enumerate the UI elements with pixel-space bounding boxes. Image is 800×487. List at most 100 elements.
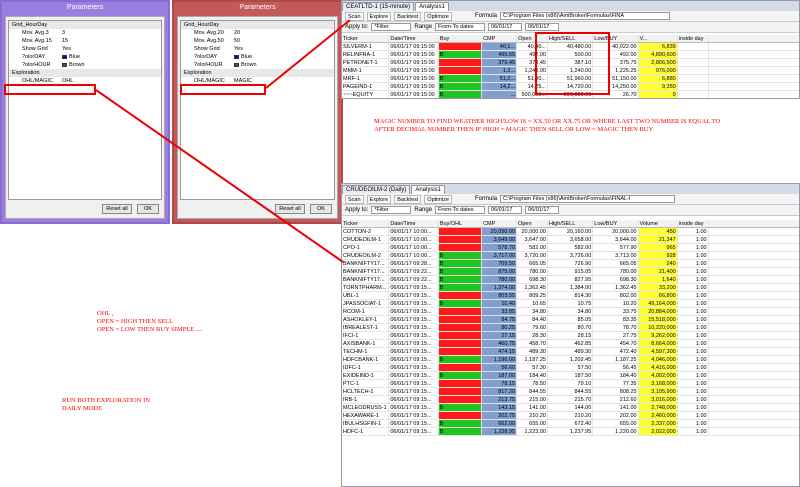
parameter-value[interactable]: Yes xyxy=(62,45,161,53)
parameter-row[interactable]: ?olorDAY Blue xyxy=(9,53,161,61)
column-header[interactable]: V... xyxy=(639,35,678,42)
formula-path-input[interactable]: C:\Program Files (x86)\AmiBroker\Formula… xyxy=(500,12,671,20)
table-row[interactable]: HDFC-1 06/01/17 09:15... B 1,228.95 1,223.00… xyxy=(342,428,799,436)
table-row[interactable]: UBL-1 06/01/17 09:15... 803.55 809.25 814.30… xyxy=(342,292,799,300)
table-row[interactable]: ASHOKLEY-1 06/01/17 09:15... 84.75 84.40 85.… xyxy=(342,316,799,324)
scan-button[interactable]: Scan xyxy=(345,11,364,21)
parameter-value[interactable]: 50 xyxy=(234,37,334,45)
cell-inside: 1.00 xyxy=(678,276,709,283)
table-row[interactable]: COTTON-2 06/01/17 10:00... 20,050.00 20,000… xyxy=(342,228,799,236)
parameter-value[interactable]: 15 xyxy=(62,37,161,45)
table-row[interactable]: BANKNIFTY17... 06/01/17 09:22... B 780.00 69… xyxy=(342,276,799,284)
table-row[interactable]: IBULHSGFIN-1 06/01/17 09:15... B 662.00 655.… xyxy=(342,420,799,428)
parameter-row[interactable]: Mov. Avg.3 3 xyxy=(9,29,161,37)
cell-inside: 1.00 xyxy=(678,252,709,259)
parameter-group[interactable]: Exploration xyxy=(181,69,334,77)
ok-button[interactable]: OK xyxy=(137,204,159,214)
table-row[interactable]: HEXAWARE-1 06/01/17 09:15... 202.75 210.20 2… xyxy=(342,412,799,420)
column-header[interactable]: Low/BUY xyxy=(593,220,639,227)
parameter-value[interactable] xyxy=(47,21,161,29)
table-row[interactable]: TECHM-1 06/01/17 09:15... 474.15 489.30 489.… xyxy=(342,348,799,356)
table-row[interactable]: IBREALEST-1 06/01/17 09:15... 80.25 79.60 80… xyxy=(342,324,799,332)
table-row[interactable]: IDFC-1 06/01/17 09:15... 56.60 57.30 57.50 56… xyxy=(342,364,799,372)
column-header[interactable]: Date/Time xyxy=(389,220,439,227)
explore-button[interactable]: Explore xyxy=(366,11,392,21)
parameter-value[interactable] xyxy=(219,21,334,29)
tab-chart[interactable]: CRUDEOILM-2 (Daily) xyxy=(342,185,411,194)
column-header[interactable]: CMP xyxy=(482,35,518,42)
optimize-button[interactable]: Optimize xyxy=(424,11,452,21)
column-header[interactable]: Date/Time xyxy=(389,35,439,42)
table-row[interactable]: AXISBANK-1 06/01/17 09:15... 460.75 458.70 4… xyxy=(342,340,799,348)
to-date-input[interactable]: 06/01/17 xyxy=(525,206,560,214)
table-row[interactable]: JPASSOCIAT-1 06/01/17 09:15... B 10.40 10.65… xyxy=(342,300,799,308)
to-date-input[interactable]: 06/01/17 xyxy=(525,23,560,31)
parameter-row[interactable]: Show Grid Yes xyxy=(9,45,161,53)
parameter-row[interactable]: ?olorHOUR Brown xyxy=(181,61,334,69)
column-header[interactable]: CMP xyxy=(482,220,518,227)
column-header[interactable]: inside day xyxy=(678,220,709,227)
column-header[interactable]: Ticker xyxy=(342,35,390,42)
apply-to-select[interactable]: *Filter xyxy=(371,23,412,31)
parameter-value[interactable] xyxy=(212,69,334,77)
range-select[interactable]: From-To dates xyxy=(435,23,486,31)
range-select[interactable]: From-To dates xyxy=(435,206,486,214)
parameter-group[interactable]: Grid_HourDay xyxy=(9,21,161,29)
backtest-button[interactable]: Backtest xyxy=(394,194,422,204)
from-date-input[interactable]: 06/01/17 xyxy=(488,206,523,214)
table-row[interactable]: TORNTPHARM... 06/01/17 09:15... B 1,374.00 1… xyxy=(342,284,799,292)
from-date-input[interactable]: 06/01/17 xyxy=(488,23,523,31)
table-row[interactable]: CPO-1 06/01/17 10:00... 578.70 582.00 582.00… xyxy=(342,244,799,252)
parameter-row[interactable]: ?olorDAY Blue xyxy=(181,53,334,61)
parameter-value[interactable]: Brown xyxy=(62,61,161,69)
parameter-group[interactable]: Grid_HourDay xyxy=(181,21,334,29)
optimize-button[interactable]: Optimize xyxy=(424,194,452,204)
table-row[interactable]: PTC-1 06/01/17 09:15... 78.15 78.50 79.10 77.… xyxy=(342,380,799,388)
parameter-value[interactable]: Brown xyxy=(234,61,334,69)
parameter-row[interactable]: Mov. Avg.20 20 xyxy=(181,29,334,37)
tab-analysis[interactable]: Analysis1 xyxy=(411,185,446,194)
tab-chart[interactable]: CEATLTD-1 (15-minute) xyxy=(342,2,415,11)
apply-to-select[interactable]: *Filter xyxy=(371,206,412,214)
table-row[interactable]: HDFCBANK-1 06/01/17 09:15... B 1,196.00 1,18… xyxy=(342,356,799,364)
parameter-value[interactable]: 20 xyxy=(234,29,334,37)
table-row[interactable]: IFCI-1 06/01/17 09:15... 27.15 28.30 28.15 27… xyxy=(342,332,799,340)
parameter-row[interactable]: ?olorHOUR Brown xyxy=(9,61,161,69)
parameter-row[interactable]: Show Grid Yes xyxy=(181,45,334,53)
reset-all-button[interactable]: Reset all xyxy=(102,204,132,214)
column-header[interactable]: inside day xyxy=(678,35,709,42)
parameter-value[interactable]: 3 xyxy=(62,29,161,37)
backtest-button[interactable]: Backtest xyxy=(394,11,422,21)
table-row[interactable]: EXIDEIND-1 06/01/17 09:15... B 187.00 184.40… xyxy=(342,372,799,380)
parameter-value[interactable] xyxy=(40,69,161,77)
column-header[interactable]: Buy/OHL xyxy=(439,220,483,227)
parameter-value[interactable]: Blue xyxy=(234,53,334,61)
table-row[interactable]: RCOM-1 06/01/17 09:15... 33.85 34.80 34.80 33… xyxy=(342,308,799,316)
parameter-value[interactable]: Yes xyxy=(234,45,334,53)
cell-low: 1,362.45 xyxy=(593,284,639,291)
parameter-group[interactable]: Exploration xyxy=(9,69,161,77)
ok-button[interactable]: OK xyxy=(310,204,332,214)
column-header[interactable]: Ticker xyxy=(342,220,390,227)
scan-button[interactable]: Scan xyxy=(345,194,364,204)
parameter-name: ?olorHOUR xyxy=(22,62,51,68)
explore-button[interactable]: Explore xyxy=(366,194,392,204)
tab-analysis[interactable]: Analysis1 xyxy=(415,2,449,11)
column-header[interactable]: Open xyxy=(517,220,548,227)
table-row[interactable]: IRB-1 06/01/17 09:15... 213.75 215.00 215.70… xyxy=(342,396,799,404)
parameter-value[interactable]: Blue xyxy=(62,53,161,61)
column-header[interactable]: Volume xyxy=(639,220,678,227)
column-header[interactable]: Buy xyxy=(439,35,483,42)
formula-path-input[interactable]: C:\Program Files (x86)\AmiBroker\Formula… xyxy=(500,195,676,203)
parameter-name: Exploration xyxy=(12,70,40,76)
reset-all-button[interactable]: Reset all xyxy=(275,204,305,214)
table-row[interactable]: BANKNIFTY17... 06/01/17 09:28... B 709.50 66… xyxy=(342,260,799,268)
table-row[interactable]: CRUDEOILM-1 06/01/17 10:00... 3,649.00 3,64… xyxy=(342,236,799,244)
table-row[interactable]: HCLTECH-1 06/01/17 09:15... 817.20 844.55 84… xyxy=(342,388,799,396)
table-row[interactable]: MCLEODRUSS-1 06/01/17 09:15... B 143.15 141.… xyxy=(342,404,799,412)
column-header[interactable]: High/SELL xyxy=(548,220,594,227)
table-row[interactable]: CRUDEOILM-2 06/01/17 10:00... B 3,717.00 3,7… xyxy=(342,252,799,260)
parameter-row[interactable]: Mov. Avg.15 15 xyxy=(9,37,161,45)
table-row[interactable]: BANKNIFTY17... 06/01/17 09:22... B 875.00 78… xyxy=(342,268,799,276)
parameter-row[interactable]: Mov. Avg.50 50 xyxy=(181,37,334,45)
